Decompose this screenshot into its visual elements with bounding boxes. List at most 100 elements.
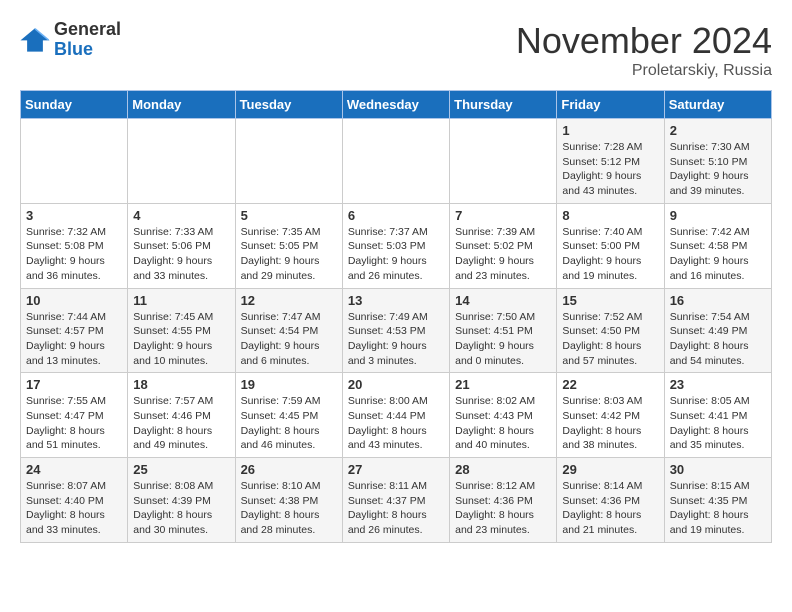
calendar-cell: 1 Sunrise: 7:28 AM Sunset: 5:12 PM Daylig… xyxy=(557,119,664,204)
calendar-cell: 4 Sunrise: 7:33 AM Sunset: 5:06 PM Daylig… xyxy=(128,203,235,288)
day-number: 10 xyxy=(26,293,122,308)
calendar-cell xyxy=(235,119,342,204)
day-number: 28 xyxy=(455,462,551,477)
day-number: 22 xyxy=(562,377,658,392)
day-number: 29 xyxy=(562,462,658,477)
calendar-week-1: 3 Sunrise: 7:32 AM Sunset: 5:08 PM Daylig… xyxy=(21,203,772,288)
day-number: 5 xyxy=(241,208,337,223)
day-number: 1 xyxy=(562,123,658,138)
logo-general: General xyxy=(54,20,121,40)
day-info: Sunrise: 7:33 AM Sunset: 5:06 PM Dayligh… xyxy=(133,225,229,284)
calendar-week-0: 1 Sunrise: 7:28 AM Sunset: 5:12 PM Daylig… xyxy=(21,119,772,204)
calendar-cell: 14 Sunrise: 7:50 AM Sunset: 4:51 PM Dayli… xyxy=(450,288,557,373)
day-info: Sunrise: 8:00 AM Sunset: 4:44 PM Dayligh… xyxy=(348,394,444,453)
calendar-cell: 17 Sunrise: 7:55 AM Sunset: 4:47 PM Dayli… xyxy=(21,373,128,458)
day-number: 18 xyxy=(133,377,229,392)
day-info: Sunrise: 8:08 AM Sunset: 4:39 PM Dayligh… xyxy=(133,479,229,538)
header-tuesday: Tuesday xyxy=(235,91,342,119)
month-title: November 2024 xyxy=(516,20,772,62)
calendar-cell: 8 Sunrise: 7:40 AM Sunset: 5:00 PM Daylig… xyxy=(557,203,664,288)
day-info: Sunrise: 8:10 AM Sunset: 4:38 PM Dayligh… xyxy=(241,479,337,538)
calendar-cell: 15 Sunrise: 7:52 AM Sunset: 4:50 PM Dayli… xyxy=(557,288,664,373)
calendar-cell xyxy=(342,119,449,204)
calendar-cell: 23Sunrise: 8:05 AM Sunset: 4:41 PM Dayli… xyxy=(664,373,771,458)
calendar-cell: 20Sunrise: 8:00 AM Sunset: 4:44 PM Dayli… xyxy=(342,373,449,458)
day-number: 14 xyxy=(455,293,551,308)
header-sunday: Sunday xyxy=(21,91,128,119)
subtitle: Proletarskiy, Russia xyxy=(516,62,772,80)
day-info: Sunrise: 7:52 AM Sunset: 4:50 PM Dayligh… xyxy=(562,310,658,369)
day-info: Sunrise: 7:49 AM Sunset: 4:53 PM Dayligh… xyxy=(348,310,444,369)
day-info: Sunrise: 8:12 AM Sunset: 4:36 PM Dayligh… xyxy=(455,479,551,538)
day-number: 9 xyxy=(670,208,766,223)
calendar-cell: 12Sunrise: 7:47 AM Sunset: 4:54 PM Dayli… xyxy=(235,288,342,373)
day-number: 3 xyxy=(26,208,122,223)
day-info: Sunrise: 8:02 AM Sunset: 4:43 PM Dayligh… xyxy=(455,394,551,453)
calendar-cell: 27 Sunrise: 8:11 AM Sunset: 4:37 PM Dayli… xyxy=(342,458,449,543)
calendar-cell: 10 Sunrise: 7:44 AM Sunset: 4:57 PM Dayli… xyxy=(21,288,128,373)
calendar-cell xyxy=(450,119,557,204)
day-info: Sunrise: 7:54 AM Sunset: 4:49 PM Dayligh… xyxy=(670,310,766,369)
day-info: Sunrise: 8:07 AM Sunset: 4:40 PM Dayligh… xyxy=(26,479,122,538)
day-info: Sunrise: 7:44 AM Sunset: 4:57 PM Dayligh… xyxy=(26,310,122,369)
day-number: 26 xyxy=(241,462,337,477)
calendar-cell: 9 Sunrise: 7:42 AM Sunset: 4:58 PM Daylig… xyxy=(664,203,771,288)
calendar-week-2: 10 Sunrise: 7:44 AM Sunset: 4:57 PM Dayli… xyxy=(21,288,772,373)
header-saturday: Saturday xyxy=(664,91,771,119)
title-block: November 2024 Proletarskiy, Russia xyxy=(516,20,772,80)
day-number: 13 xyxy=(348,293,444,308)
day-number: 16 xyxy=(670,293,766,308)
day-number: 8 xyxy=(562,208,658,223)
day-number: 27 xyxy=(348,462,444,477)
day-number: 24 xyxy=(26,462,122,477)
logo-icon xyxy=(20,25,50,55)
day-info: Sunrise: 7:32 AM Sunset: 5:08 PM Dayligh… xyxy=(26,225,122,284)
calendar-cell: 5 Sunrise: 7:35 AM Sunset: 5:05 PM Daylig… xyxy=(235,203,342,288)
calendar-table: Sunday Monday Tuesday Wednesday Thursday… xyxy=(20,90,772,543)
day-info: Sunrise: 7:35 AM Sunset: 5:05 PM Dayligh… xyxy=(241,225,337,284)
day-info: Sunrise: 8:14 AM Sunset: 4:36 PM Dayligh… xyxy=(562,479,658,538)
day-info: Sunrise: 7:30 AM Sunset: 5:10 PM Dayligh… xyxy=(670,140,766,199)
day-number: 30 xyxy=(670,462,766,477)
day-info: Sunrise: 7:28 AM Sunset: 5:12 PM Dayligh… xyxy=(562,140,658,199)
day-info: Sunrise: 7:59 AM Sunset: 4:45 PM Dayligh… xyxy=(241,394,337,453)
page-header: General Blue November 2024 Proletarskiy,… xyxy=(20,20,772,80)
day-info: Sunrise: 7:57 AM Sunset: 4:46 PM Dayligh… xyxy=(133,394,229,453)
calendar-cell: 25Sunrise: 8:08 AM Sunset: 4:39 PM Dayli… xyxy=(128,458,235,543)
day-number: 11 xyxy=(133,293,229,308)
calendar-cell: 19 Sunrise: 7:59 AM Sunset: 4:45 PM Dayli… xyxy=(235,373,342,458)
day-info: Sunrise: 7:47 AM Sunset: 4:54 PM Dayligh… xyxy=(241,310,337,369)
day-info: Sunrise: 7:37 AM Sunset: 5:03 PM Dayligh… xyxy=(348,225,444,284)
calendar-cell: 28 Sunrise: 8:12 AM Sunset: 4:36 PM Dayli… xyxy=(450,458,557,543)
day-info: Sunrise: 7:45 AM Sunset: 4:55 PM Dayligh… xyxy=(133,310,229,369)
calendar-cell: 29 Sunrise: 8:14 AM Sunset: 4:36 PM Dayli… xyxy=(557,458,664,543)
day-info: Sunrise: 7:50 AM Sunset: 4:51 PM Dayligh… xyxy=(455,310,551,369)
day-number: 17 xyxy=(26,377,122,392)
day-number: 19 xyxy=(241,377,337,392)
day-info: Sunrise: 8:15 AM Sunset: 4:35 PM Dayligh… xyxy=(670,479,766,538)
calendar-cell: 21 Sunrise: 8:02 AM Sunset: 4:43 PM Dayli… xyxy=(450,373,557,458)
calendar-cell: 26 Sunrise: 8:10 AM Sunset: 4:38 PM Dayli… xyxy=(235,458,342,543)
calendar-cell xyxy=(128,119,235,204)
day-number: 21 xyxy=(455,377,551,392)
calendar-cell: 30 Sunrise: 8:15 AM Sunset: 4:35 PM Dayli… xyxy=(664,458,771,543)
day-number: 15 xyxy=(562,293,658,308)
day-info: Sunrise: 7:42 AM Sunset: 4:58 PM Dayligh… xyxy=(670,225,766,284)
calendar-week-4: 24 Sunrise: 8:07 AM Sunset: 4:40 PM Dayli… xyxy=(21,458,772,543)
header-monday: Monday xyxy=(128,91,235,119)
day-info: Sunrise: 7:40 AM Sunset: 5:00 PM Dayligh… xyxy=(562,225,658,284)
day-info: Sunrise: 7:39 AM Sunset: 5:02 PM Dayligh… xyxy=(455,225,551,284)
day-info: Sunrise: 7:55 AM Sunset: 4:47 PM Dayligh… xyxy=(26,394,122,453)
logo-text: General Blue xyxy=(54,20,121,60)
calendar-cell: 11 Sunrise: 7:45 AM Sunset: 4:55 PM Dayli… xyxy=(128,288,235,373)
day-info: Sunrise: 8:11 AM Sunset: 4:37 PM Dayligh… xyxy=(348,479,444,538)
day-info: Sunrise: 8:03 AM Sunset: 4:42 PM Dayligh… xyxy=(562,394,658,453)
day-info: Sunrise: 8:05 AM Sunset: 4:41 PM Dayligh… xyxy=(670,394,766,453)
calendar-cell: 3 Sunrise: 7:32 AM Sunset: 5:08 PM Daylig… xyxy=(21,203,128,288)
day-number: 6 xyxy=(348,208,444,223)
calendar-cell: 13 Sunrise: 7:49 AM Sunset: 4:53 PM Dayli… xyxy=(342,288,449,373)
calendar-cell: 18 Sunrise: 7:57 AM Sunset: 4:46 PM Dayli… xyxy=(128,373,235,458)
calendar-cell: 16 Sunrise: 7:54 AM Sunset: 4:49 PM Dayli… xyxy=(664,288,771,373)
day-number: 4 xyxy=(133,208,229,223)
logo-blue: Blue xyxy=(54,40,121,60)
